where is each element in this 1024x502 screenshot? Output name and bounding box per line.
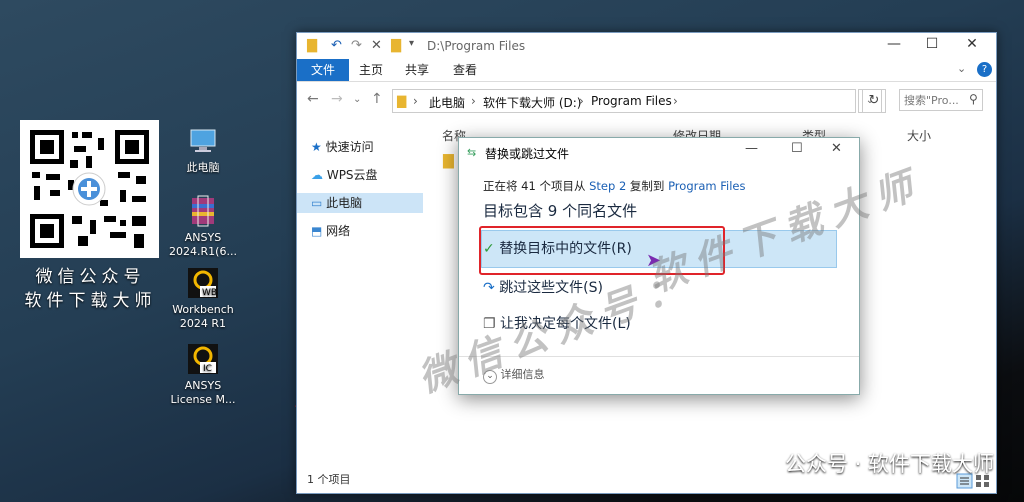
- progress-prefix: 正在将 41 个项目从: [483, 179, 590, 193]
- tab-file[interactable]: 文件: [297, 59, 350, 81]
- dialog-heading: 目标包含 9 个同名文件: [483, 202, 638, 220]
- dialog-title: 替换或跳过文件: [485, 147, 570, 161]
- svg-text:IC: IC: [203, 364, 212, 374]
- copy-dialog-icon: ⇆: [467, 146, 477, 159]
- column-header-size[interactable]: 大小: [907, 127, 931, 144]
- maximize-button[interactable]: ☐: [917, 36, 947, 56]
- ribbon-expand-icon[interactable]: ⌄: [957, 62, 966, 75]
- undo-icon[interactable]: ↶: [331, 38, 342, 53]
- desktop-icon-workbench[interactable]: WB Workbench 2024 R1: [163, 266, 243, 331]
- dialog-maximize-button[interactable]: ☐: [791, 141, 803, 156]
- nav-label: 网络: [326, 224, 351, 238]
- desktop-icon-label: 此电脑: [186, 161, 220, 174]
- winrar-archive-icon: [192, 195, 214, 227]
- copy-progress-text: 正在将 41 个项目从 Step 2 复制到 Program Files: [483, 178, 746, 194]
- footer-wechat-label: 公众号 · 软件下载大师: [746, 448, 994, 478]
- address-row: ← → ⌄ ↑ ▇ › 此电脑 › 软件下载大师 (D:) › Program …: [297, 82, 996, 118]
- status-bar-text: 1 个项目: [307, 473, 351, 486]
- computer-icon: ▭: [311, 196, 323, 210]
- title-bar: ▇ ↶ ↷ ✕ ▇ ▾ D:\Program Files — ☐ ✕: [297, 33, 996, 59]
- up-icon[interactable]: ↑: [371, 91, 383, 107]
- close-button[interactable]: ✕: [957, 36, 987, 56]
- desktop-icon-label: ANSYS License M...: [170, 379, 236, 406]
- network-icon: ⬒: [311, 224, 323, 238]
- qr-code-image: [20, 120, 159, 258]
- wechat-icon: [746, 455, 773, 475]
- delete-icon[interactable]: ✕: [371, 38, 382, 53]
- folder-icon[interactable]: ▇: [443, 153, 454, 169]
- navigation-pane: ★ 快速访问 ☁ WPS云盘 ▭ 此电脑 ⬒ 网络: [297, 123, 425, 463]
- svg-text:WB: WB: [202, 288, 217, 298]
- redo-icon[interactable]: ↷: [351, 38, 362, 53]
- nav-network[interactable]: ⬒ 网络: [311, 221, 350, 241]
- folder-icon: ▇: [397, 94, 407, 108]
- breadcrumb-drive[interactable]: 软件下载大师 (D:): [483, 94, 581, 111]
- progress-mid: 复制到: [626, 179, 669, 193]
- desktop-icon-label: ANSYS 2024.R1(6...: [169, 231, 237, 258]
- new-folder-icon[interactable]: ▇: [391, 38, 401, 53]
- chevron-right-icon: ›: [673, 94, 678, 108]
- computer-icon: [190, 129, 216, 152]
- star-icon: ★: [311, 140, 322, 154]
- workbench-icon: WB: [188, 268, 218, 298]
- minimize-button[interactable]: —: [879, 36, 909, 56]
- refresh-icon[interactable]: ↻: [862, 89, 886, 113]
- cloud-icon: ☁: [311, 168, 323, 182]
- tab-share[interactable]: 共享: [395, 59, 439, 81]
- back-icon[interactable]: ←: [307, 91, 319, 107]
- nav-label: WPS云盘: [326, 168, 378, 182]
- tab-home[interactable]: 主页: [349, 59, 393, 81]
- qr-caption-line1: 微信公众号: [35, 267, 146, 287]
- chevron-right-icon: ›: [579, 94, 584, 108]
- recent-locations-icon[interactable]: ⌄: [353, 94, 361, 105]
- nav-label: 此电脑: [326, 196, 363, 210]
- breadcrumb-this-pc[interactable]: 此电脑: [429, 94, 465, 111]
- ribbon: 文件 主页 共享 查看 ⌄ ?: [297, 59, 996, 82]
- destination-link[interactable]: Program Files: [668, 179, 745, 193]
- search-icon: ⚲: [969, 92, 978, 106]
- tab-view[interactable]: 查看: [443, 59, 487, 81]
- skip-arrow-icon: ↷: [483, 280, 495, 296]
- customize-quick-access-icon[interactable]: ▾: [409, 38, 414, 49]
- qr-caption-line2: 软件下载大师: [24, 291, 157, 311]
- nav-quick-access[interactable]: ★ 快速访问: [311, 137, 374, 157]
- desktop-icon-label: Workbench 2024 R1: [172, 303, 234, 330]
- address-bar[interactable]: ▇ › 此电脑 › 软件下载大师 (D:) › Program Files ›: [392, 89, 856, 113]
- folder-icon: ▇: [307, 38, 317, 53]
- nav-wps-cloud[interactable]: ☁ WPS云盘: [311, 165, 378, 185]
- footer-text: 公众号 · 软件下载大师: [784, 452, 994, 476]
- nav-label: 快速访问: [325, 140, 374, 154]
- window-title: D:\Program Files: [427, 39, 526, 53]
- license-manager-icon: IC: [188, 344, 218, 374]
- source-link[interactable]: Step 2: [589, 179, 626, 193]
- breadcrumb-program-files[interactable]: Program Files: [591, 94, 672, 108]
- nav-this-pc[interactable]: ▭ 此电脑: [297, 193, 423, 213]
- forward-icon[interactable]: →: [331, 91, 343, 107]
- desktop-icon-this-pc[interactable]: 此电脑: [163, 124, 243, 175]
- chevron-right-icon: ›: [471, 94, 476, 108]
- dialog-minimize-button[interactable]: —: [745, 141, 758, 156]
- help-icon[interactable]: ?: [977, 62, 992, 77]
- chevron-right-icon: ›: [413, 94, 418, 108]
- desktop-icon-license-manager[interactable]: IC ANSYS License M...: [163, 342, 243, 407]
- dialog-close-button[interactable]: ✕: [831, 141, 842, 156]
- desktop-icon-ansys-archive[interactable]: ANSYS 2024.R1(6...: [163, 194, 243, 259]
